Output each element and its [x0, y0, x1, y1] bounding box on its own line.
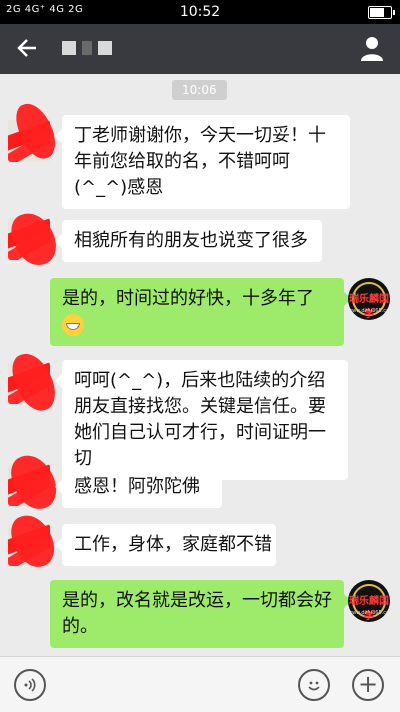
message-text: 感恩！阿弥陀佛 [74, 476, 200, 497]
chat-input-bar: + [0, 656, 400, 712]
message-text: 相貌所有的朋友也说变了很多 [74, 230, 308, 251]
status-bar: 2G 4G⁺ 4G 2G 10:52 [0, 0, 400, 24]
message-bubble-outgoing[interactable]: 是的，改名就是改运，一切都会好的。 [50, 580, 351, 648]
voice-icon[interactable] [14, 669, 46, 701]
logo-url: www.dzfu365.com [348, 308, 390, 314]
logo-text: 瑞乐麟国学 [349, 294, 389, 320]
own-avatar-logo[interactable]: 瑞乐麟国学 www.dzfu365.com [348, 278, 390, 320]
message-bubble-incoming[interactable]: 相貌所有的朋友也说变了很多 [55, 220, 322, 262]
message-bubble-incoming[interactable]: 丁老师谢谢你，今天一切妥！十年前您给取的名，不错呵呵(^_^)感恩 [55, 115, 350, 209]
message-timestamp: 10:06 [172, 80, 227, 100]
smile-icon[interactable] [298, 669, 330, 701]
chat-header [0, 24, 400, 74]
chat-title-redacted [62, 40, 118, 58]
message-bubble-incoming[interactable]: 呵呵(^_^)，后来也陆续的介绍朋友直接找您。关键是信任。要她们自己认可才行，时… [55, 360, 348, 480]
own-avatar-logo[interactable]: 瑞乐麟国学 www.dzfu365.com [348, 580, 390, 622]
person-icon[interactable] [360, 36, 384, 62]
message-text: 工作，身体，家庭都不错 [74, 534, 272, 555]
logo-text: 瑞乐麟国学 [349, 596, 389, 622]
message-text: 是的，时间过的好快，十多年了 [62, 288, 314, 309]
battery-icon [368, 6, 395, 19]
back-arrow-icon[interactable] [14, 34, 44, 64]
logo-url: www.dzfu365.com [348, 610, 390, 616]
message-bubble-incoming[interactable]: 工作，身体，家庭都不错 [55, 524, 276, 566]
message-bubble-incoming[interactable]: 感恩！阿弥陀佛 [55, 466, 222, 508]
message-text: 丁老师谢谢你，今天一切妥！十年前您给取的名，不错呵呵(^_^)感恩 [74, 125, 326, 198]
grin-icon [62, 314, 84, 336]
message-text: 是的，改名就是改运，一切都会好的。 [62, 590, 332, 637]
plus-icon[interactable]: + [352, 669, 384, 701]
message-bubble-outgoing[interactable]: 是的，时间过的好快，十多年了 [50, 278, 351, 346]
message-text: 呵呵(^_^)，后来也陆续的介绍朋友直接找您。关键是信任。要她们自己认可才行，时… [74, 370, 326, 469]
status-time: 10:52 [179, 4, 221, 20]
